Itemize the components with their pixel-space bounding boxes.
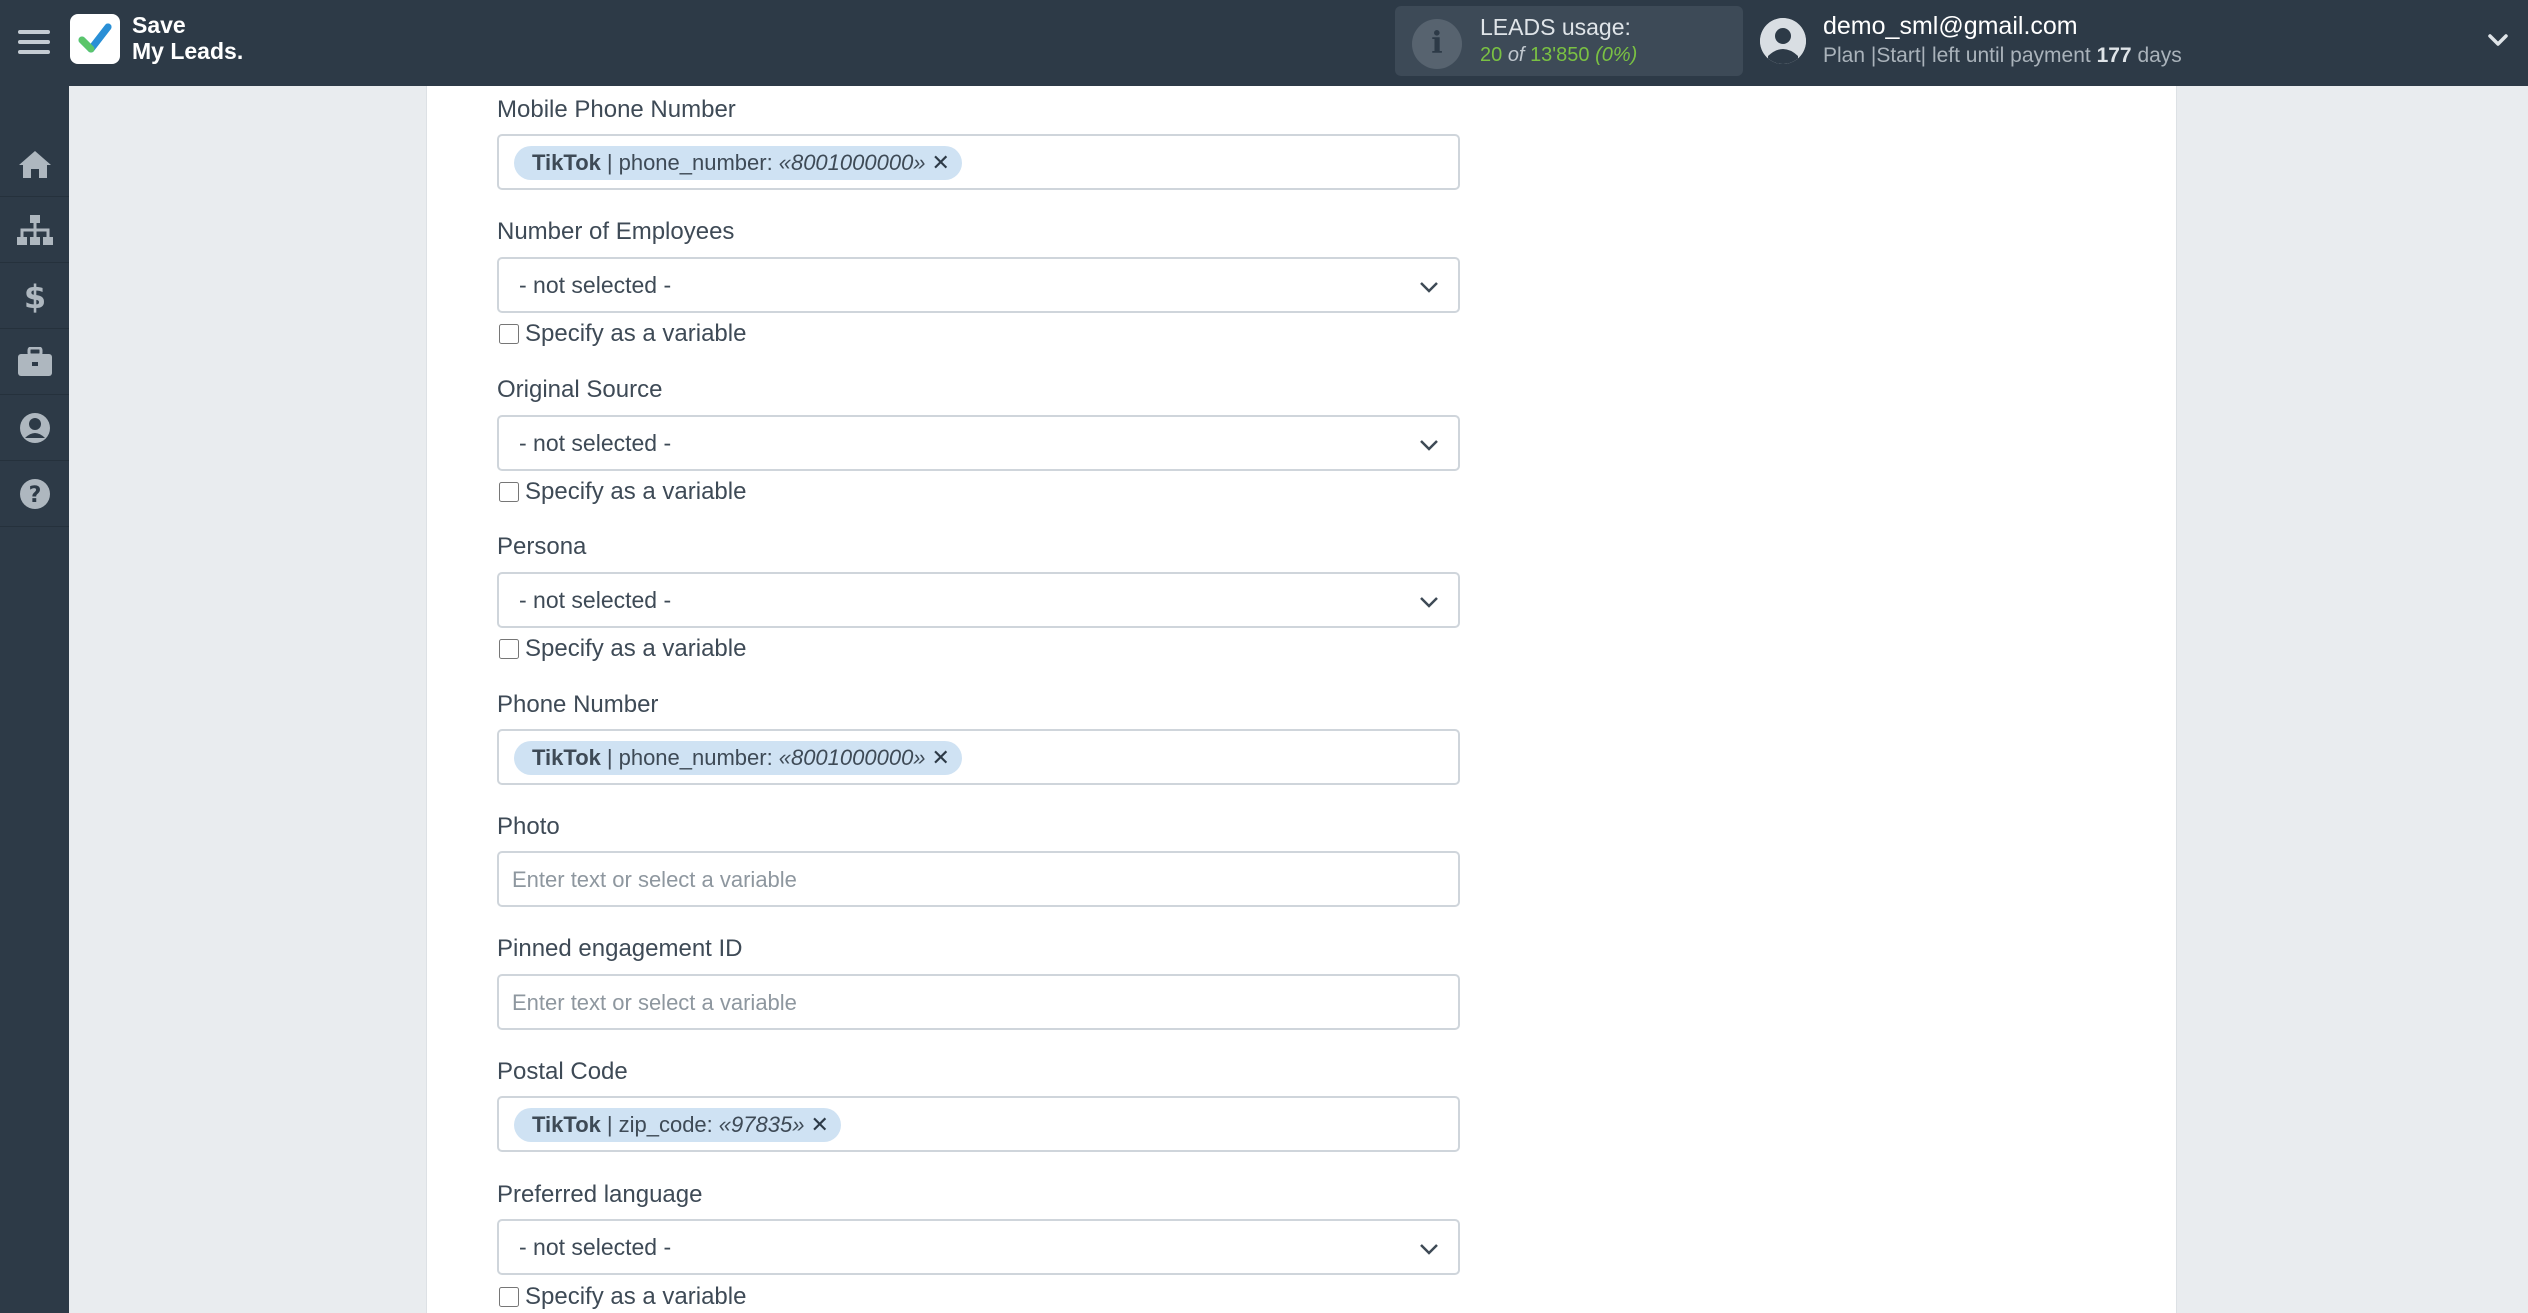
avatar-icon[interactable] [1760,18,1806,64]
leads-usage-panel: i LEADS usage: 20 of 13'850 (0%) [1395,6,1743,76]
original-source-value: - not selected - [519,430,672,456]
chevron-down-icon[interactable] [2486,28,2510,57]
employees-value: - not selected - [519,272,672,298]
usage-line: 20 of 13'850 (0%) [1480,44,1637,67]
tag-field: phone_number: [618,745,773,770]
tag-value: «8001000000» [778,745,926,770]
persona-label: Persona [497,533,587,560]
brand-line-2: My Leads. [132,38,244,64]
menu-icon[interactable] [18,24,50,62]
pinned-engagement-input[interactable]: Enter text or select a variable [497,974,1460,1030]
photo-input[interactable]: Enter text or select a variable [497,851,1460,907]
user-email[interactable]: demo_sml@gmail.com [1823,12,2078,41]
preferred-language-variable-toggle[interactable]: Specify as a variable [497,1283,746,1311]
sidebar-item-account[interactable] [0,396,69,461]
preferred-language-select[interactable]: - not selected - [497,1219,1460,1275]
info-icon: i [1412,19,1462,69]
logo-icon[interactable] [70,14,120,64]
employees-select[interactable]: - not selected - [497,257,1460,313]
sidebar-item-help[interactable]: ? [0,462,69,527]
tag-separator: | [606,1112,613,1137]
svg-text:$: $ [23,278,45,314]
tag-source: TikTok [532,150,601,175]
original-source-label: Original Source [497,376,663,403]
remove-tag-icon[interactable]: ✕ [810,1112,828,1138]
mobile-phone-label: Mobile Phone Number [497,96,736,123]
svg-text:?: ? [28,483,41,508]
sidebar-item-tools[interactable] [0,330,69,395]
sitemap-icon [16,215,53,245]
preferred-language-label: Preferred language [497,1181,703,1208]
chevron-down-icon [1420,1244,1438,1255]
usage-used: 20 [1480,44,1503,66]
pinned-engagement-label: Pinned engagement ID [497,935,743,962]
preferred-language-variable-checkbox[interactable] [499,1287,519,1307]
plan-days: 177 [2096,44,2132,67]
briefcase-icon [17,347,52,376]
photo-placeholder: Enter text or select a variable [512,867,797,892]
original-source-select[interactable]: - not selected - [497,415,1460,471]
usage-total: 13'850 [1530,44,1590,66]
variable-tag[interactable]: TikTok | phone_number: «8001000000» ✕ [514,741,962,775]
tag-source: TikTok [532,745,601,770]
usage-percent: (0%) [1595,44,1638,66]
employees-variable-toggle[interactable]: Specify as a variable [497,320,746,348]
checkbox-label: Specify as a variable [525,1283,747,1310]
variable-tag[interactable]: TikTok | zip_code: «97835» ✕ [514,1108,841,1142]
chevron-down-icon [1420,597,1438,608]
help-icon: ? [19,479,50,509]
chevron-down-icon [1420,440,1438,451]
usage-of: of [1507,44,1525,66]
mobile-phone-input[interactable]: TikTok | phone_number: «8001000000» ✕ [497,134,1460,190]
checkbox-label: Specify as a variable [525,478,747,505]
remove-tag-icon[interactable]: ✕ [932,745,950,771]
employees-label: Number of Employees [497,218,735,245]
original-source-variable-checkbox[interactable] [499,482,519,502]
variable-tag[interactable]: TikTok | phone_number: «8001000000» ✕ [514,146,962,180]
pinned-placeholder: Enter text or select a variable [512,990,797,1015]
persona-select[interactable]: - not selected - [497,572,1460,628]
checkbox-label: Specify as a variable [525,320,747,347]
phone-label: Phone Number [497,691,659,718]
phone-input[interactable]: TikTok | phone_number: «8001000000» ✕ [497,729,1460,785]
persona-variable-checkbox[interactable] [499,639,519,659]
sidebar-item-connections[interactable] [0,198,69,263]
sidebar: $ ? [0,86,69,1313]
tag-field: phone_number: [618,150,773,175]
plan-days-suffix: days [2137,44,2182,67]
tag-separator: | [606,150,613,175]
sidebar-item-billing[interactable]: $ [0,264,69,329]
tag-value: «97835» [718,1112,805,1137]
usage-title: LEADS usage: [1480,14,1631,40]
photo-label: Photo [497,813,560,840]
postal-code-label: Postal Code [497,1058,628,1085]
home-icon [18,151,51,178]
sidebar-item-home[interactable] [0,132,69,197]
brand-name[interactable]: Save My Leads. [132,12,243,64]
dollar-icon: $ [23,278,45,314]
plan-text: Plan |Start| left until payment [1823,44,2091,67]
chevron-down-icon [1420,282,1438,293]
tag-source: TikTok [532,1112,601,1137]
top-bar: Save My Leads. i LEADS usage: 20 of 13'8… [0,0,2528,86]
plan-info: Plan |Start| left until payment 177 days [1823,44,2182,68]
original-source-variable-toggle[interactable]: Specify as a variable [497,478,746,506]
employees-variable-checkbox[interactable] [499,324,519,344]
tag-field: zip_code: [618,1112,713,1137]
persona-variable-toggle[interactable]: Specify as a variable [497,635,746,663]
postal-code-input[interactable]: TikTok | zip_code: «97835» ✕ [497,1096,1460,1152]
user-circle-icon [19,413,50,443]
tag-value: «8001000000» [778,150,926,175]
remove-tag-icon[interactable]: ✕ [932,150,950,176]
brand-line-1: Save [132,12,186,38]
preferred-language-value: - not selected - [519,1234,672,1260]
persona-value: - not selected - [519,587,672,613]
checkbox-label: Specify as a variable [525,635,747,662]
tag-separator: | [606,745,613,770]
